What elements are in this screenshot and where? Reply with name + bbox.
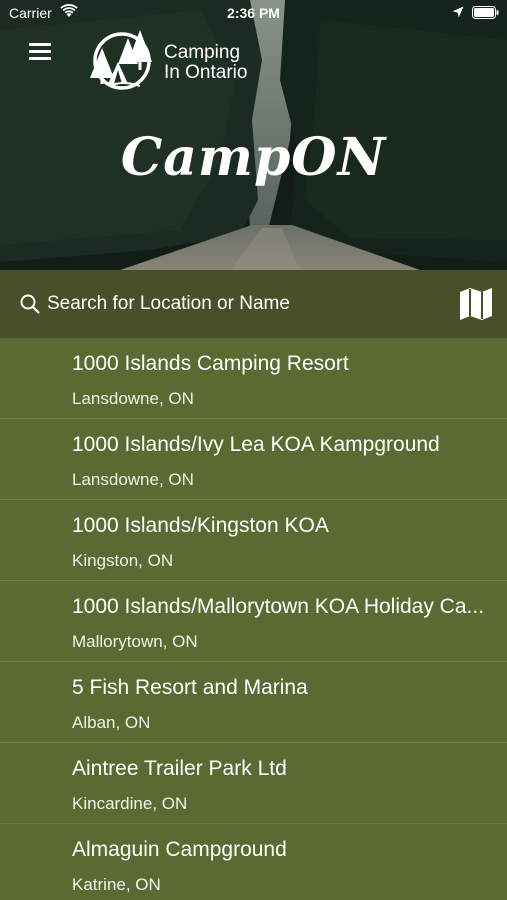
list-item[interactable]: 1000 Islands/Kingston KOA Kingston, ON (0, 500, 507, 581)
campground-name: Aintree Trailer Park Ltd (72, 757, 287, 780)
campground-location: Lansdowne, ON (72, 389, 194, 408)
campground-name: 1000 Islands/Mallorytown KOA Holiday Ca.… (72, 595, 485, 618)
list-item[interactable]: Almaguin Campground Katrine, ON (0, 824, 507, 900)
app-screen: Carrier 2:36 PM Camping In Ontario CampO… (0, 0, 507, 900)
map-icon[interactable] (458, 286, 494, 322)
list-item[interactable]: Aintree Trailer Park Ltd Kincardine, ON (0, 743, 507, 824)
list-item[interactable]: 1000 Islands Camping Resort Lansdowne, O… (0, 338, 507, 419)
search-bar[interactable] (0, 270, 507, 338)
campground-location: Alban, ON (72, 713, 151, 732)
campground-name: Almaguin Campground (72, 838, 287, 861)
campground-name: 5 Fish Resort and Marina (72, 676, 308, 699)
hamburger-menu-icon-bar (29, 50, 51, 53)
list-item[interactable]: 1000 Islands/Mallorytown KOA Holiday Ca.… (0, 581, 507, 662)
hamburger-menu-icon (29, 43, 51, 46)
campground-name: 1000 Islands/Ivy Lea KOA Kampground (72, 433, 440, 456)
list-item[interactable]: 5 Fish Resort and Marina Alban, ON (0, 662, 507, 743)
header-hero: Carrier 2:36 PM Camping In Ontario CampO… (0, 0, 507, 270)
campground-location: Lansdowne, ON (72, 470, 194, 489)
status-bar: Carrier 2:36 PM (0, 0, 507, 26)
hamburger-menu-icon-bar (29, 57, 51, 60)
battery-icon (472, 6, 499, 19)
logo-line-1: Camping (164, 42, 241, 63)
campground-name: 1000 Islands Camping Resort (72, 352, 349, 375)
status-time: 2:36 PM (227, 5, 280, 21)
logo-wordmark: Camping In Ontario (164, 43, 247, 83)
logo-line-2: In Ontario (164, 62, 248, 83)
search-input[interactable] (47, 291, 427, 317)
search-icon (20, 294, 40, 314)
campground-location: Kingston, ON (72, 551, 174, 570)
camping-logo-icon (90, 30, 152, 90)
app-title: CampON (120, 127, 387, 188)
campground-location: Kincardine, ON (72, 794, 188, 813)
campground-name: 1000 Islands/Kingston KOA (72, 514, 329, 537)
location-arrow-icon (452, 6, 464, 18)
campground-location: Mallorytown, ON (72, 632, 198, 651)
list-item[interactable]: 1000 Islands/Ivy Lea KOA Kampground Lans… (0, 419, 507, 500)
campground-list: 1000 Islands Camping Resort Lansdowne, O… (0, 338, 507, 900)
menu-button[interactable] (22, 36, 58, 66)
campground-location: Katrine, ON (72, 875, 161, 894)
